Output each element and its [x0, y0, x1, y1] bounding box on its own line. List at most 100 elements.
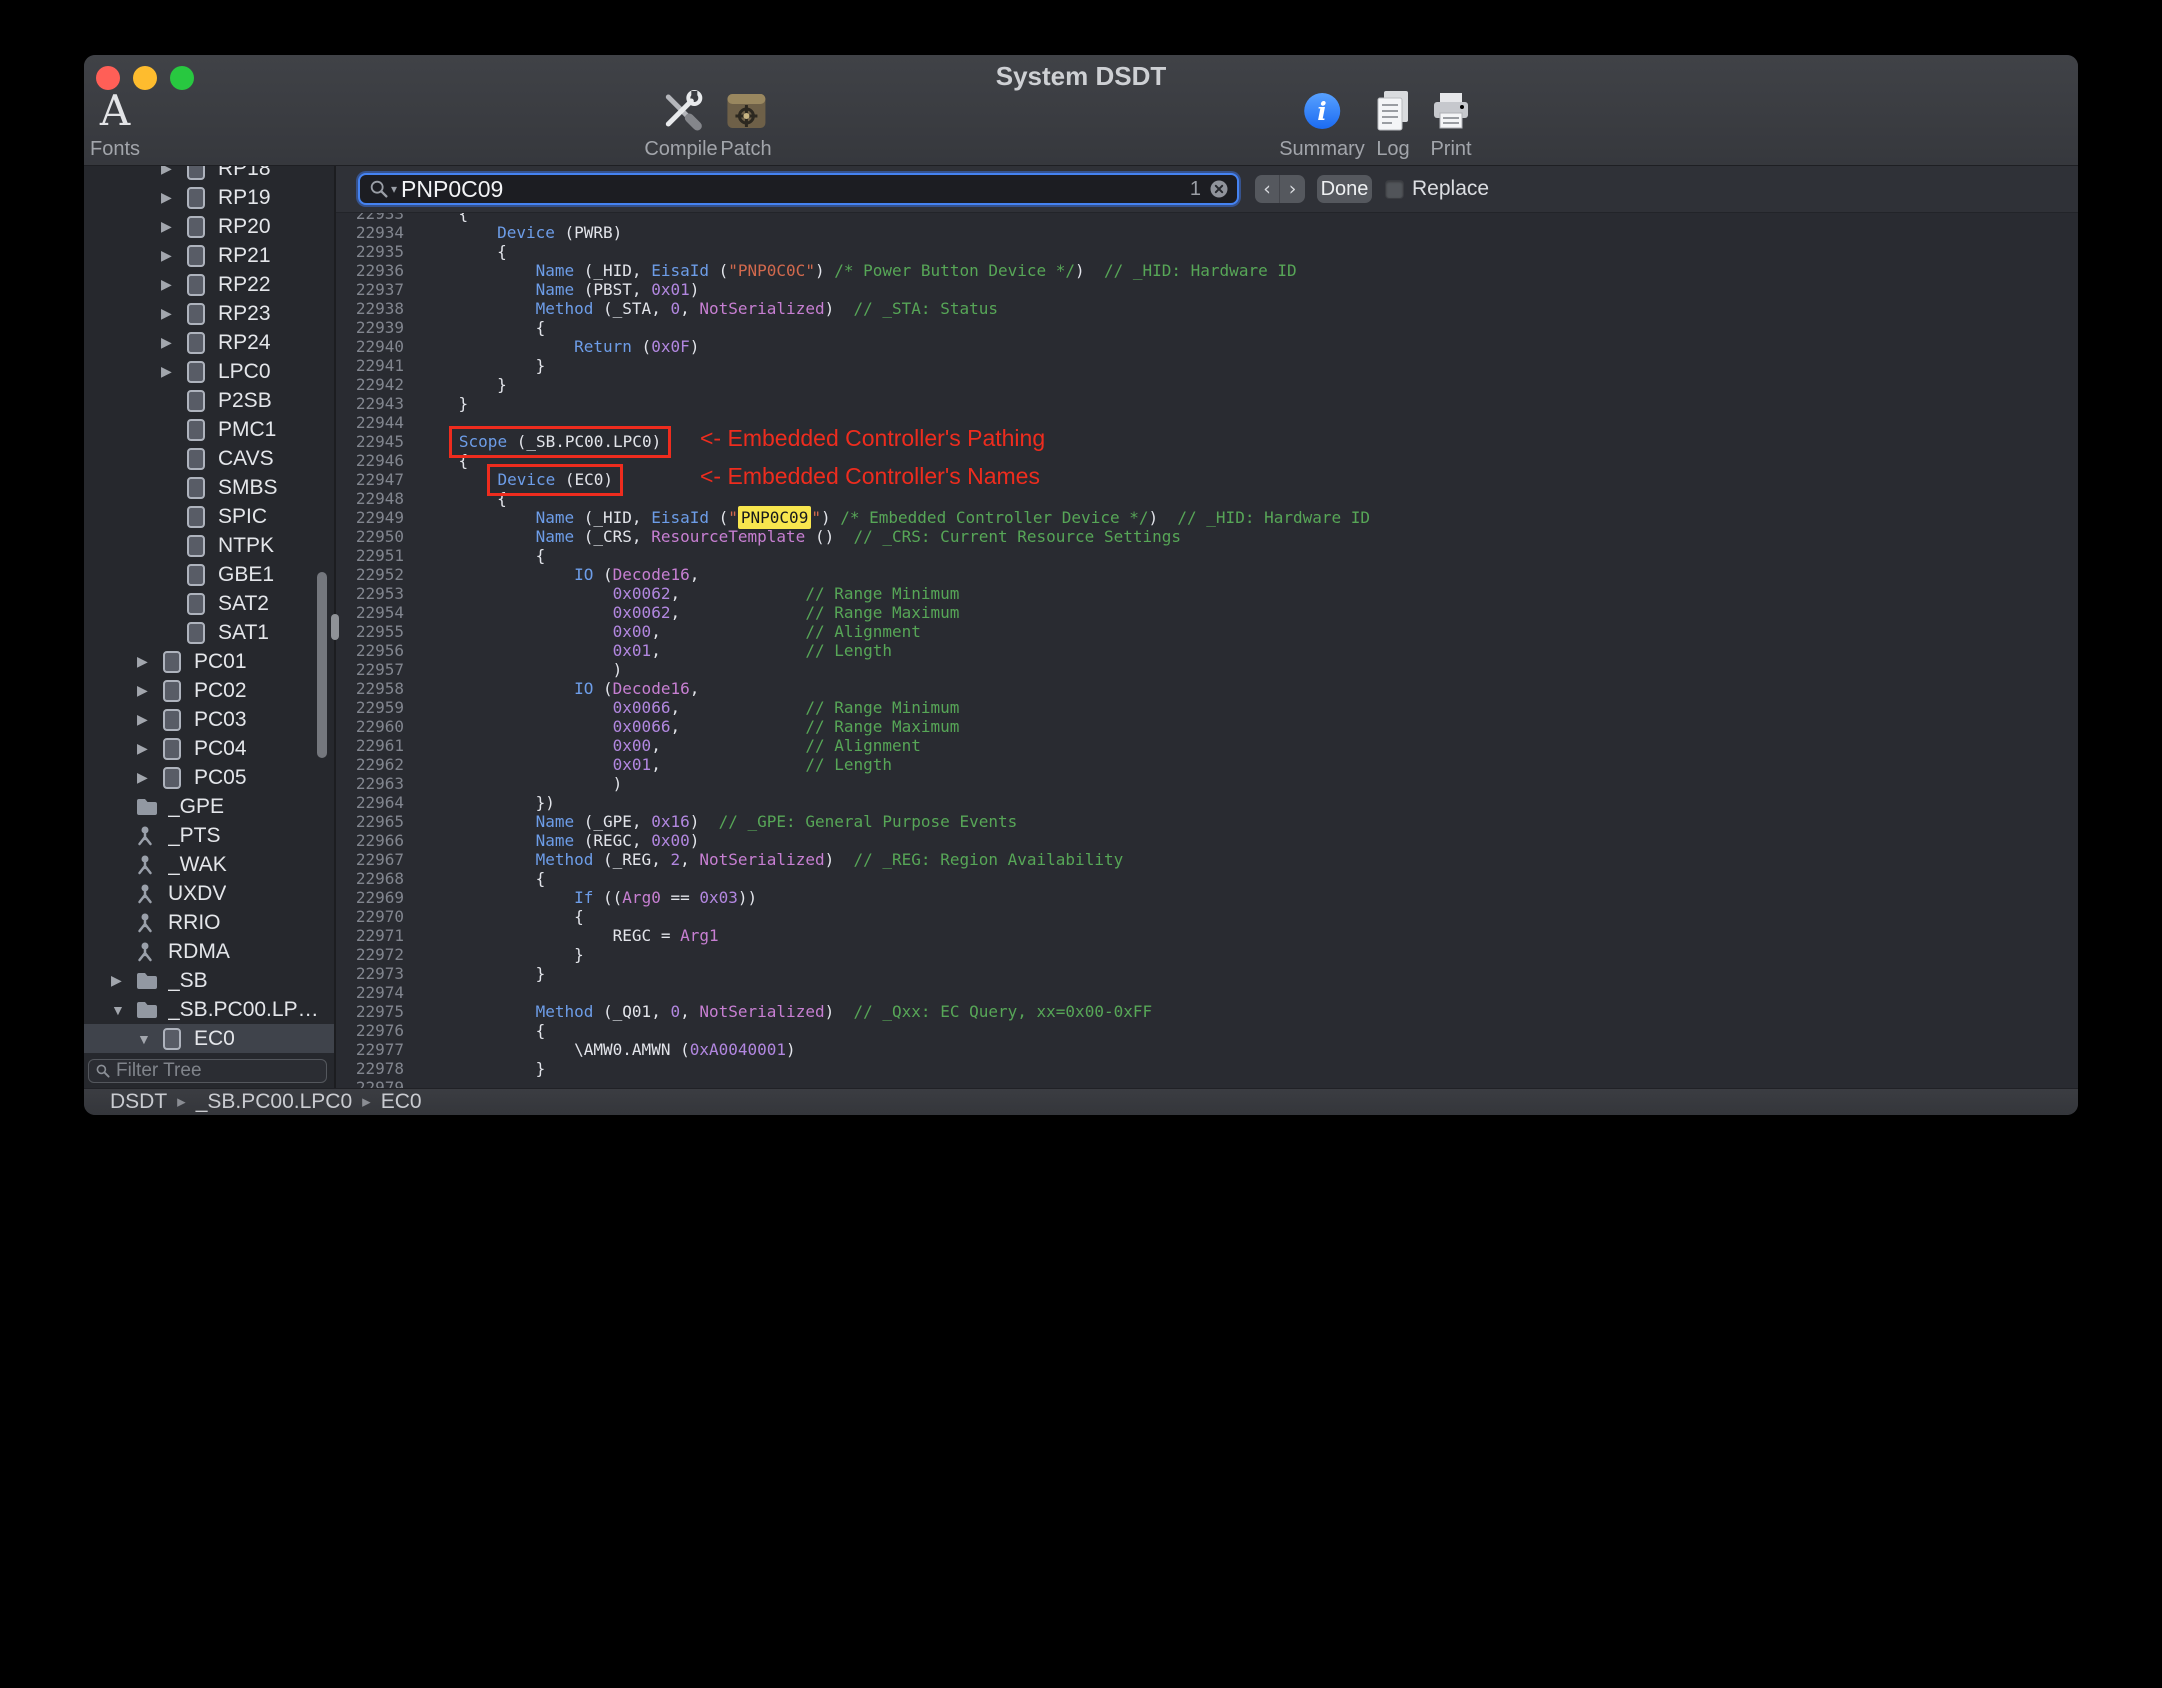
sidebar-item-RDMA[interactable]: RDMA — [84, 937, 334, 966]
disclosure-collapsed-icon[interactable]: ▶ — [137, 711, 161, 728]
disclosure-collapsed-icon[interactable]: ▶ — [161, 305, 185, 322]
sidebar-item-PC05[interactable]: ▶ PC05 — [84, 763, 334, 792]
code-line[interactable]: 22938 Method (_STA, 0, NotSerialized) //… — [338, 299, 2078, 318]
disclosure-expanded-icon[interactable]: ▼ — [111, 1002, 135, 1018]
search-input[interactable] — [401, 175, 1186, 203]
sidebar-item-P2SB[interactable]: P2SB — [84, 386, 334, 415]
sidebar-item-RP23[interactable]: ▶ RP23 — [84, 299, 334, 328]
disclosure-expanded-icon[interactable]: ▼ — [137, 1031, 161, 1047]
sidebar-item-PC04[interactable]: ▶ PC04 — [84, 734, 334, 763]
sidebar-item-UXDV[interactable]: UXDV — [84, 879, 334, 908]
sidebar-item-LPC0[interactable]: ▶ LPC0 — [84, 357, 334, 386]
sidebar-item-RRIO[interactable]: RRIO — [84, 908, 334, 937]
sidebar-item-_SB.PC00.LP…[interactable]: ▼ _SB.PC00.LP… — [84, 995, 334, 1024]
disclosure-collapsed-icon[interactable]: ▶ — [161, 276, 185, 293]
sidebar-item-RP20[interactable]: ▶ RP20 — [84, 212, 334, 241]
summary-button[interactable]: i Summary — [1279, 88, 1365, 161]
code-line[interactable]: 22939 { — [338, 318, 2078, 337]
code-line[interactable]: 22962 0x01, // Length — [338, 755, 2078, 774]
code-line[interactable]: 22978 } — [338, 1059, 2078, 1078]
disclosure-collapsed-icon[interactable]: ▶ — [161, 363, 185, 380]
code-line[interactable]: 22956 0x01, // Length — [338, 641, 2078, 660]
code-line[interactable]: 22960 0x0066, // Range Maximum — [338, 717, 2078, 736]
breadcrumb-leaf[interactable]: EC0 — [381, 1090, 422, 1114]
disclosure-collapsed-icon[interactable]: ▶ — [137, 769, 161, 786]
sidebar-item-PC03[interactable]: ▶ PC03 — [84, 705, 334, 734]
disclosure-collapsed-icon[interactable]: ▶ — [161, 218, 185, 235]
code-line[interactable]: 22955 0x00, // Alignment — [338, 622, 2078, 641]
code-line[interactable]: 22935 { — [338, 242, 2078, 261]
code-line[interactable]: 22973 } — [338, 964, 2078, 983]
sidebar-item-GBE1[interactable]: GBE1 — [84, 560, 334, 589]
code-line[interactable]: 22974 — [338, 983, 2078, 1002]
code-line[interactable]: 22967 Method (_REG, 2, NotSerialized) //… — [338, 850, 2078, 869]
fonts-button[interactable]: A Fonts — [90, 88, 140, 161]
sidebar-item-PC02[interactable]: ▶ PC02 — [84, 676, 334, 705]
code-line[interactable]: 22933 { — [338, 213, 2078, 223]
code-line[interactable]: 22942 } — [338, 375, 2078, 394]
filter-tree-input[interactable] — [116, 1060, 320, 1082]
sidebar-item-SMBS[interactable]: SMBS — [84, 473, 334, 502]
sidebar-item-PC01[interactable]: ▶ PC01 — [84, 647, 334, 676]
clear-search-button[interactable] — [1209, 179, 1229, 199]
code-line[interactable]: 22966 Name (REGC, 0x00) — [338, 831, 2078, 850]
disclosure-collapsed-icon[interactable]: ▶ — [161, 247, 185, 264]
code-line[interactable]: 22968 { — [338, 869, 2078, 888]
code-line[interactable]: 22976 { — [338, 1021, 2078, 1040]
sidebar-item-SAT2[interactable]: SAT2 — [84, 589, 334, 618]
breadcrumb-scope[interactable]: _SB.PC00.LPC0 — [196, 1090, 352, 1114]
patch-button[interactable]: Patch — [720, 88, 772, 161]
disclosure-collapsed-icon[interactable]: ▶ — [137, 682, 161, 699]
disclosure-collapsed-icon[interactable]: ▶ — [161, 334, 185, 351]
code-line[interactable]: 22965 Name (_GPE, 0x16) // _GPE: General… — [338, 812, 2078, 831]
code-line[interactable]: 22936 Name (_HID, EisaId ("PNP0C0C") /* … — [338, 261, 2078, 280]
replace-toggle[interactable]: Replace — [1385, 175, 1489, 203]
code-line[interactable]: 22947 Device (EC0) <- Embedded Controller… — [338, 464, 2078, 496]
sidebar-item-_WAK[interactable]: _WAK — [84, 850, 334, 879]
sidebar-item-PMC1[interactable]: PMC1 — [84, 415, 334, 444]
disclosure-collapsed-icon[interactable]: ▶ — [137, 653, 161, 670]
find-next-button[interactable]: › — [1280, 175, 1305, 203]
search-menu-icon[interactable]: ▾ — [368, 178, 397, 200]
code-line[interactable]: 22979 — [338, 1078, 2078, 1088]
code-line[interactable]: 22959 0x0066, // Range Minimum — [338, 698, 2078, 717]
sidebar-item-EC0[interactable]: ▼ EC0 — [84, 1024, 334, 1053]
code-line[interactable]: 22957 ) — [338, 660, 2078, 679]
code-line[interactable]: 22971 REGC = Arg1 — [338, 926, 2078, 945]
code-line[interactable]: 22950 Name (_CRS, ResourceTemplate () //… — [338, 527, 2078, 546]
sidebar-item-_SB[interactable]: ▶ _SB — [84, 966, 334, 995]
code-line[interactable]: 22964 }) — [338, 793, 2078, 812]
disclosure-collapsed-icon[interactable]: ▶ — [161, 189, 185, 206]
replace-checkbox[interactable] — [1385, 179, 1404, 199]
code-line[interactable]: 22954 0x0062, // Range Maximum — [338, 603, 2078, 622]
log-button[interactable]: Log — [1373, 88, 1413, 161]
search-field[interactable]: ▾ 1 — [358, 173, 1239, 205]
code-line[interactable]: 22961 0x00, // Alignment — [338, 736, 2078, 755]
code-line[interactable]: 22952 IO (Decode16, — [338, 565, 2078, 584]
sidebar-item-_PTS[interactable]: _PTS — [84, 821, 334, 850]
code-line[interactable]: 22969 If ((Arg0 == 0x03)) — [338, 888, 2078, 907]
code-line[interactable]: 22972 } — [338, 945, 2078, 964]
sidebar-item-SAT1[interactable]: SAT1 — [84, 618, 334, 647]
disclosure-collapsed-icon[interactable]: ▶ — [161, 166, 185, 177]
code-line[interactable]: 22977 \AMW0.AMWN (0xA0040001) — [338, 1040, 2078, 1059]
sidebar-item-RP18[interactable]: ▶ RP18 — [84, 166, 334, 183]
sidebar-item-SPIC[interactable]: SPIC — [84, 502, 334, 531]
disclosure-collapsed-icon[interactable]: ▶ — [111, 972, 135, 989]
code-line[interactable]: 22958 IO (Decode16, — [338, 679, 2078, 698]
code-line[interactable]: 22941 } — [338, 356, 2078, 375]
done-button[interactable]: Done — [1317, 175, 1372, 203]
find-previous-button[interactable]: ‹ — [1255, 175, 1280, 203]
code-line[interactable]: 22940 Return (0x0F) — [338, 337, 2078, 356]
code-line[interactable]: 22953 0x0062, // Range Minimum — [338, 584, 2078, 603]
sidebar-scrollbar-thumb[interactable] — [317, 572, 327, 758]
code-line[interactable]: 22943 } — [338, 394, 2078, 413]
sidebar-item-NTPK[interactable]: NTPK — [84, 531, 334, 560]
code-line[interactable]: 22945 Scope (_SB.PC00.LPC0) <- Embedded C… — [338, 426, 2078, 458]
disclosure-collapsed-icon[interactable]: ▶ — [137, 740, 161, 757]
sidebar-item-CAVS[interactable]: CAVS — [84, 444, 334, 473]
code-line[interactable]: 22970 { — [338, 907, 2078, 926]
code-line[interactable]: 22937 Name (PBST, 0x01) — [338, 280, 2078, 299]
code-line[interactable]: 22951 { — [338, 546, 2078, 565]
print-button[interactable]: Print — [1430, 88, 1472, 161]
